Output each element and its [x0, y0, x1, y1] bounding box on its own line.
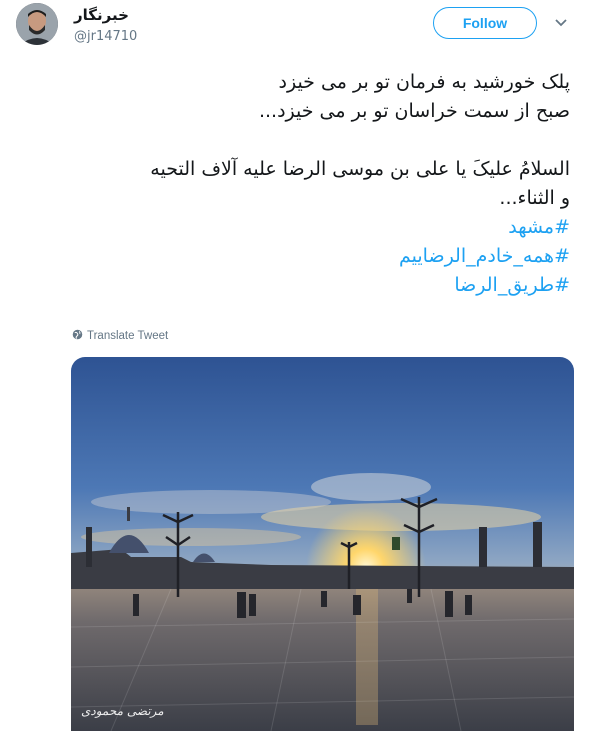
hashtag-link[interactable]: #طریق_الرضا	[50, 271, 570, 300]
globe-icon	[72, 329, 83, 343]
display-name[interactable]: خبرنگار	[74, 6, 129, 24]
avatar[interactable]	[16, 3, 58, 45]
hashtag-link[interactable]: #مشهد	[50, 213, 570, 242]
tweet-line: و الثناء...	[499, 187, 570, 209]
shrine-sunset-image: مرتضی محمودی	[71, 357, 574, 731]
tweet-line: صبح از سمت خراسان تو بر می خیزد...	[258, 100, 570, 122]
avatar-image	[16, 3, 58, 45]
chevron-down-icon[interactable]	[552, 14, 570, 32]
username-handle[interactable]: @jr14710	[74, 29, 137, 44]
translate-label: Translate Tweet	[87, 330, 169, 342]
tweet-line: السلامُ علیکَ یا علی بن موسی الرضا علیه …	[150, 158, 570, 180]
hashtag-link[interactable]: #همه_خادم_الرضاییم	[50, 242, 570, 271]
photo-signature: مرتضی محمودی	[81, 704, 164, 718]
translate-tweet-link[interactable]: Translate Tweet	[72, 329, 168, 343]
follow-button[interactable]: Follow	[433, 7, 537, 39]
tweet-line: پلک خورشید به فرمان تو بر می خیزد	[278, 71, 571, 93]
tweet-text: پلک خورشید به فرمان تو بر می خیزد صبح از…	[50, 68, 570, 300]
tweet-photo[interactable]: مرتضی محمودی	[71, 357, 574, 731]
